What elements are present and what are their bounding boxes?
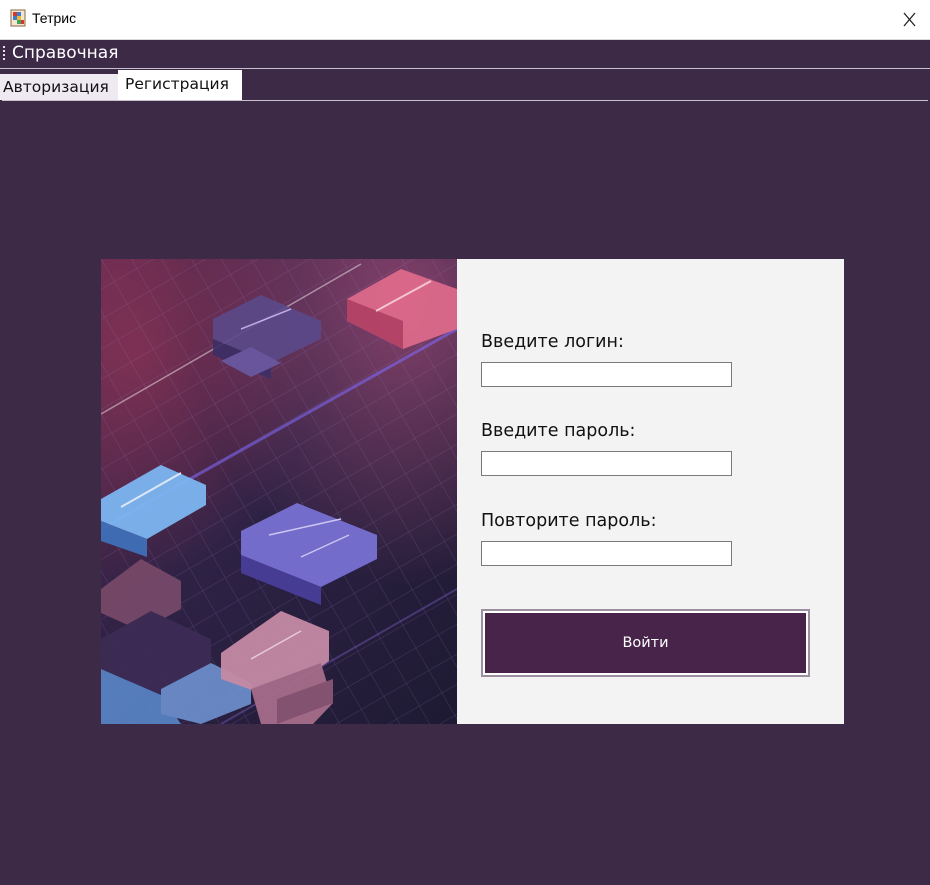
tab-authorization[interactable]: Авторизация <box>0 74 118 100</box>
login-label: Введите логин: <box>481 332 624 352</box>
login-input[interactable] <box>481 362 732 387</box>
tab-registration[interactable]: Регистрация <box>118 70 242 100</box>
repeat-password-label: Повторите пароль: <box>481 511 657 531</box>
repeat-password-input[interactable] <box>481 541 732 566</box>
password-label: Введите пароль: <box>481 421 636 441</box>
close-icon <box>903 12 916 27</box>
menu-bar: Справочная <box>0 40 930 69</box>
login-button[interactable]: Войти <box>481 609 810 677</box>
window-titlebar: Тетрис <box>0 0 930 40</box>
close-button[interactable] <box>890 0 930 39</box>
window-title: Тетрис <box>32 10 77 26</box>
tetris-artwork-image <box>101 259 457 724</box>
tetris-app-icon <box>9 9 27 27</box>
registration-form: Введите логин: Введите пароль: Повторите… <box>457 259 844 724</box>
menu-item-help[interactable]: Справочная <box>12 43 118 63</box>
password-input[interactable] <box>481 451 732 476</box>
toolbar-grip-icon[interactable] <box>2 45 6 63</box>
tab-strip: Авторизация Регистрация <box>0 70 930 100</box>
